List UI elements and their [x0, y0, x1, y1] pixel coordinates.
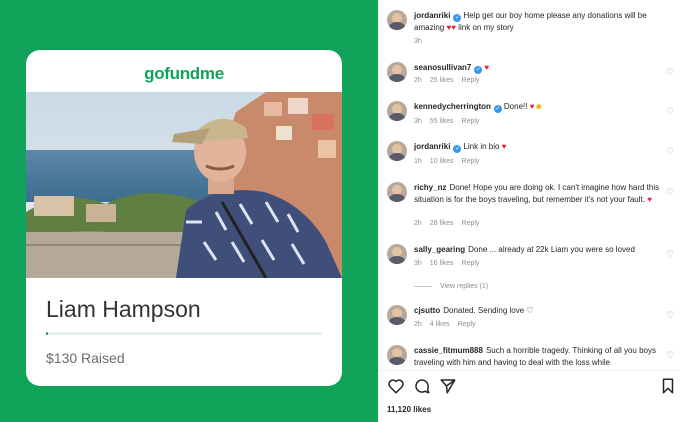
heart-outline-icon[interactable]: ♡	[665, 146, 675, 156]
reply-button[interactable]: Reply	[462, 118, 480, 125]
donation-progress-bar	[46, 332, 322, 335]
likes-count[interactable]: 11,120 likes	[387, 405, 431, 414]
comment-username[interactable]: cassie_fitmum888	[414, 346, 483, 355]
gofundme-card: gofundme Liam Hampson $130 Raised	[26, 50, 342, 386]
comment-time: 2h	[414, 321, 422, 328]
comment-likes[interactable]: 16 likes	[430, 260, 454, 267]
comment-likes[interactable]: 4 likes	[430, 321, 450, 328]
avatar[interactable]	[387, 10, 407, 30]
amount-raised: $130 Raised	[46, 350, 125, 366]
comment-text: Donated. Sending love	[443, 306, 525, 315]
verified-badge-icon: ✓	[493, 105, 502, 113]
caption-time: 3h	[414, 38, 422, 45]
smiling-face-emoji-icon: ☻	[534, 102, 543, 111]
donation-progress-fill	[46, 332, 48, 335]
comment-bubble-icon[interactable]	[413, 377, 431, 395]
comment-username[interactable]: kennedycherrington	[414, 102, 491, 111]
comments-panel: jordanriki ✓ Help get our boy home please …	[378, 0, 680, 422]
comment-time: 2h	[414, 77, 422, 84]
comment-likes[interactable]: 25 likes	[430, 77, 454, 84]
comment-text: Done ... already at 22k Liam you were so…	[468, 245, 635, 254]
comment-likes[interactable]: 10 likes	[430, 158, 454, 165]
verified-badge-icon: ✓	[453, 145, 462, 153]
reply-button[interactable]: Reply	[458, 321, 476, 328]
comment-username[interactable]: seanosullivan7	[414, 63, 471, 72]
comment-text: Link in bio	[463, 142, 500, 151]
verified-badge-icon: ✓	[453, 14, 462, 22]
red-heart-emoji-icon: ♥	[484, 63, 490, 72]
avatar[interactable]	[387, 244, 407, 264]
red-heart-emoji-icon: ♥	[647, 194, 652, 204]
reply-button[interactable]: Reply	[462, 220, 480, 227]
comment-username[interactable]: cjsutto	[414, 306, 440, 315]
paper-plane-icon[interactable]	[439, 377, 457, 395]
heart-outline-icon[interactable]: ♡	[665, 106, 675, 116]
post-media: gofundme Liam Hampson $130 Raised	[0, 0, 378, 422]
avatar[interactable]	[387, 182, 407, 202]
caption-username[interactable]: jordanriki	[414, 11, 450, 20]
divider	[379, 370, 680, 371]
heart-outline-icon[interactable]: ♡	[665, 67, 675, 77]
comment-username[interactable]: richy_nz	[414, 183, 446, 192]
fundraiser-photo	[26, 92, 342, 278]
heart-outline-icon[interactable]	[387, 377, 405, 395]
comment-username[interactable]: sally_gearing	[414, 245, 465, 254]
bookmark-icon[interactable]	[659, 377, 677, 395]
comment-text: Done!!	[503, 102, 528, 111]
comment-time: 3h	[414, 260, 422, 267]
post-actions	[387, 377, 677, 397]
heart-outline-icon[interactable]: ♡	[665, 249, 675, 259]
comment-time: 3h	[414, 118, 422, 125]
reply-button[interactable]: Reply	[462, 260, 480, 267]
white-heart-emoji-icon: ♡	[526, 306, 534, 315]
avatar[interactable]	[387, 305, 407, 325]
comment-time: 1h	[414, 158, 422, 165]
heart-outline-icon[interactable]: ♡	[665, 310, 675, 320]
fundraiser-name: Liam Hampson	[46, 296, 201, 322]
comment-text: Done! Hope you are doing ok. I can't ima…	[414, 183, 660, 204]
comment: cassie_fitmum888 Such a horrible tragedy.…	[387, 345, 677, 369]
verified-badge-icon: ✓	[474, 66, 483, 74]
reply-button[interactable]: Reply	[462, 158, 480, 165]
caption-suffix: link on my story	[458, 23, 514, 32]
comment-likes[interactable]: 55 likes	[430, 118, 454, 125]
heart-outline-icon[interactable]: ♡	[665, 187, 675, 197]
view-replies-link[interactable]: View replies (1)	[414, 283, 488, 290]
avatar[interactable]	[387, 101, 407, 121]
heart-outline-icon[interactable]: ♡	[665, 350, 675, 360]
gofundme-logo: gofundme	[144, 64, 224, 83]
comment-likes[interactable]: 28 likes	[430, 220, 454, 227]
red-heart-emoji-icon: ♥♥	[446, 23, 456, 32]
avatar[interactable]	[387, 345, 407, 365]
avatar[interactable]	[387, 141, 407, 161]
comment-username[interactable]: jordanriki	[414, 142, 450, 151]
comment-time: 2h	[414, 220, 422, 227]
reply-button[interactable]: Reply	[462, 77, 480, 84]
avatar[interactable]	[387, 62, 407, 82]
red-heart-emoji-icon: ♥	[501, 142, 507, 151]
